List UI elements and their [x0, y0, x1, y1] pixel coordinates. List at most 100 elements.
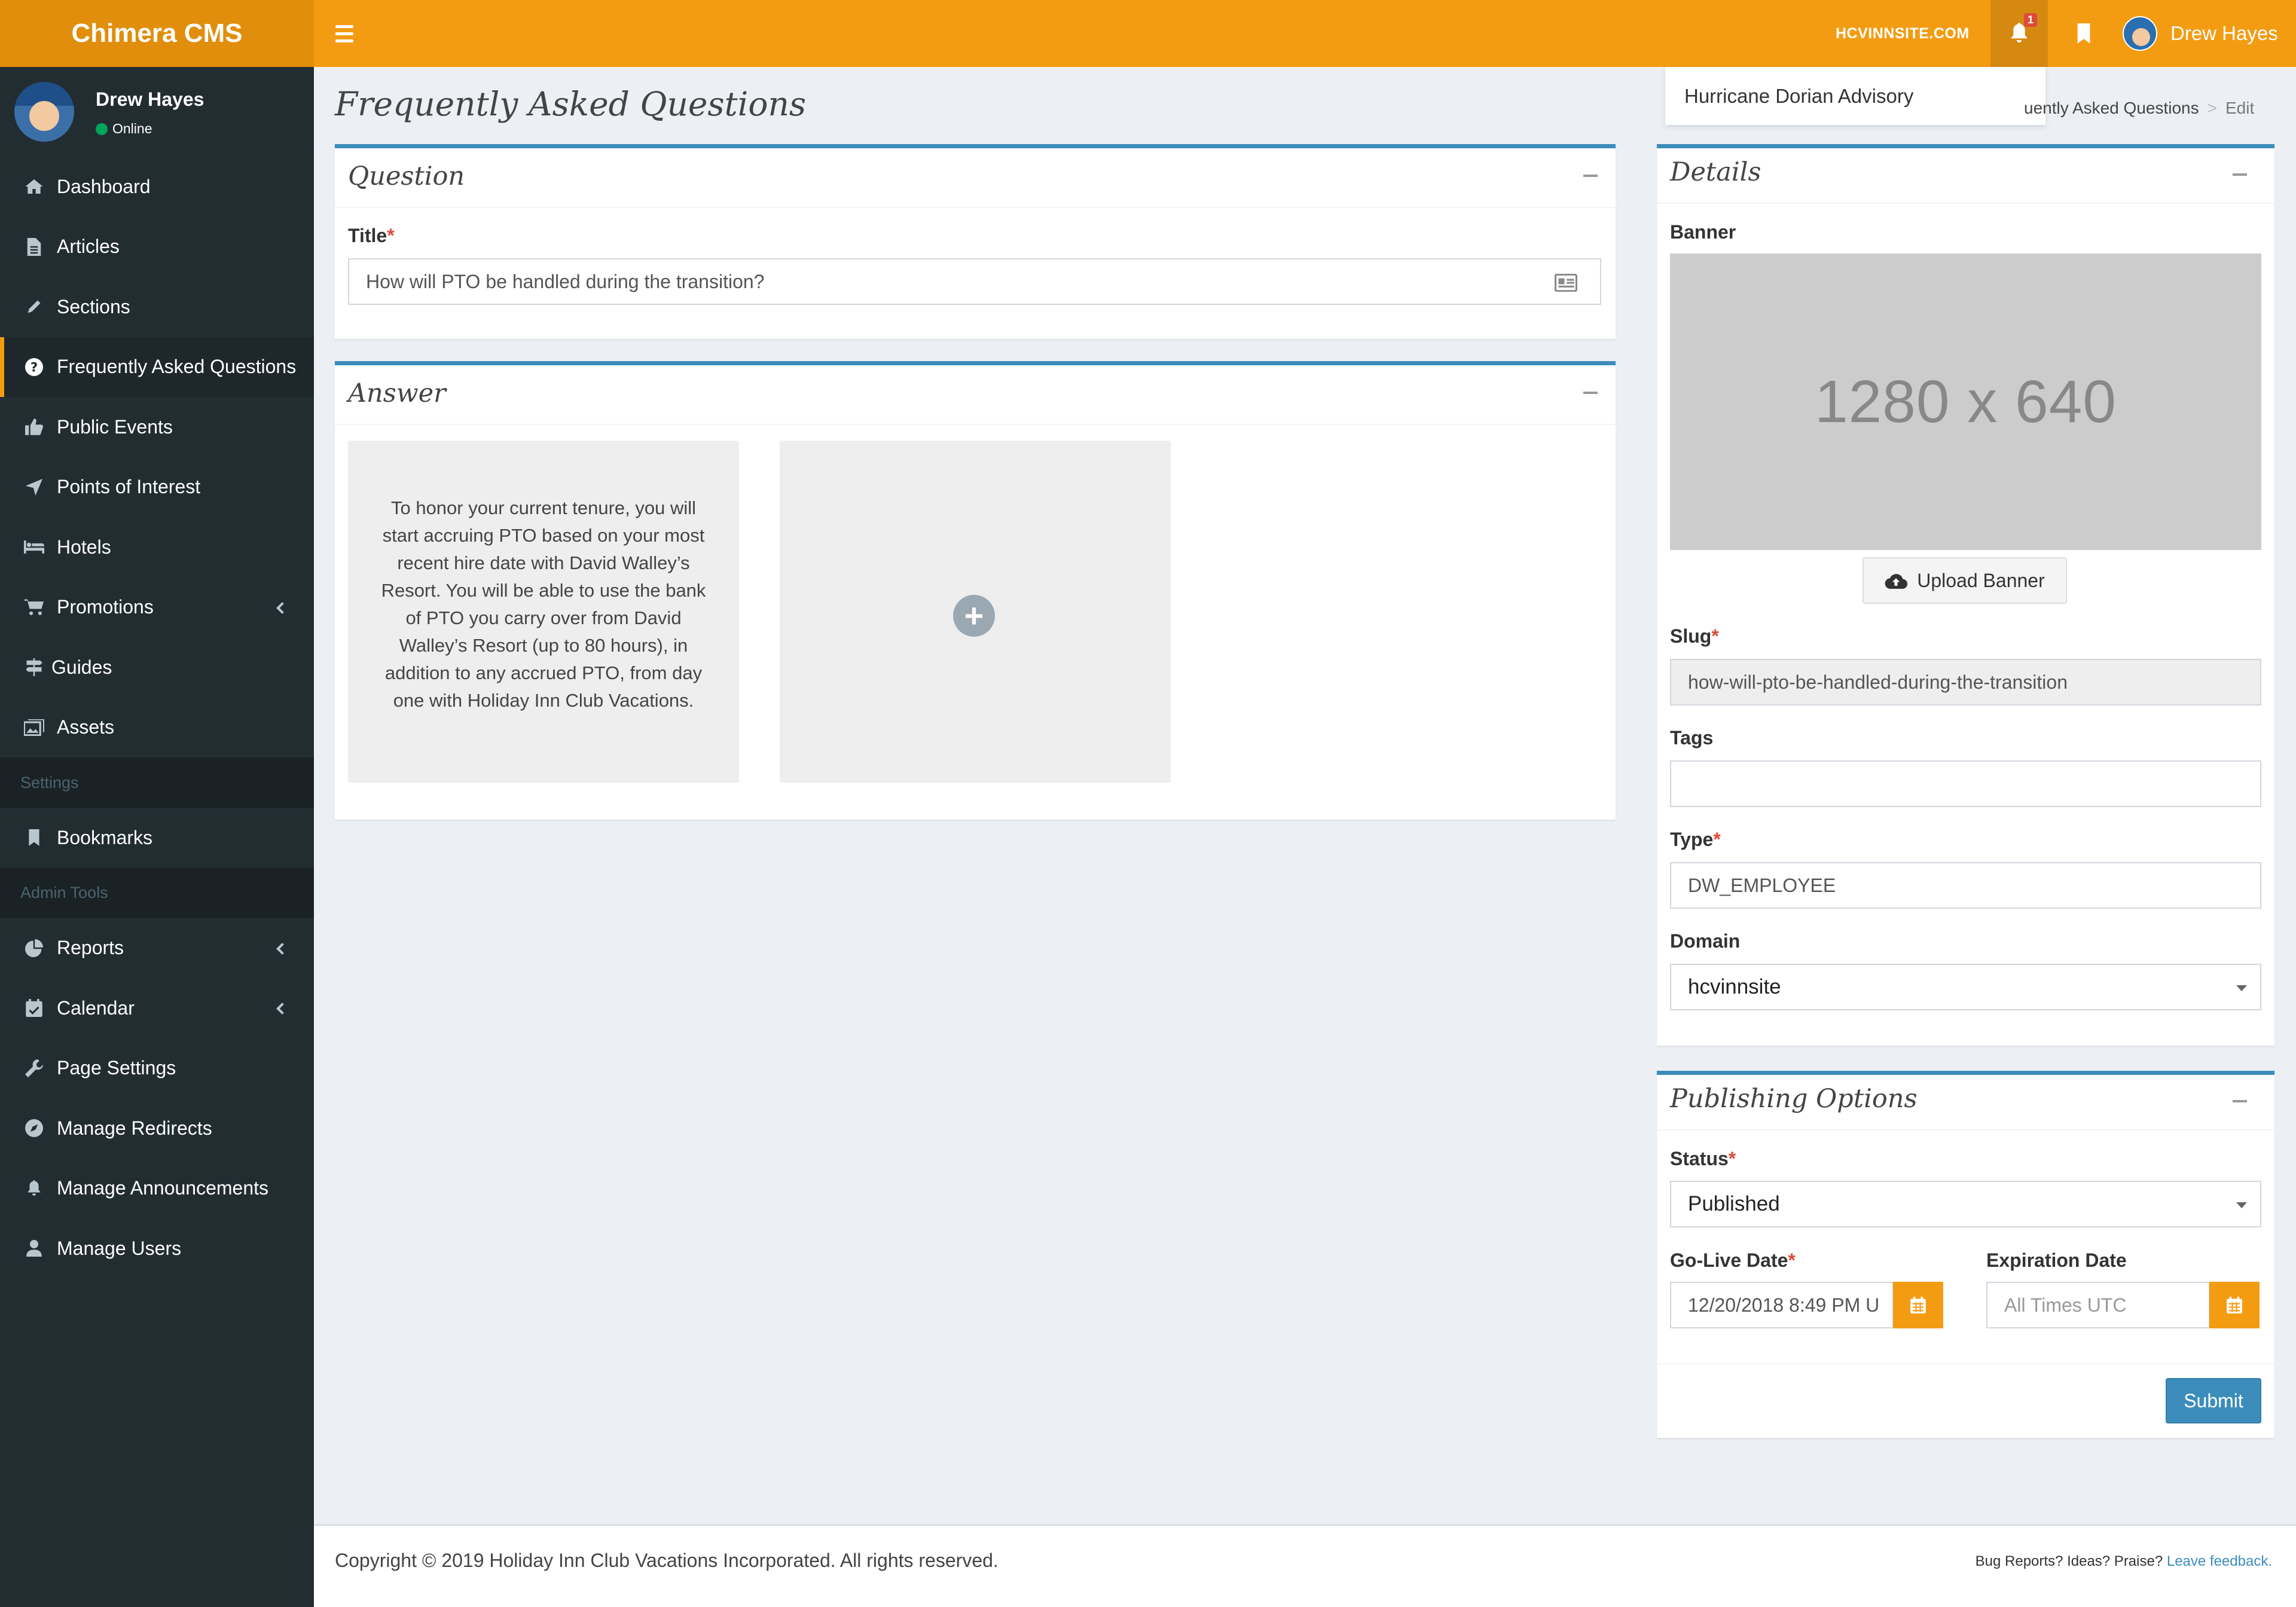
sidebar-item-guides[interactable]: Guides [0, 637, 314, 698]
notifications-button[interactable]: 1 [1990, 0, 2048, 67]
question-circle-icon: ? [24, 357, 44, 377]
calendar-icon [1910, 1297, 1926, 1313]
breadcrumb: uently Asked Questions > Edit [2024, 99, 2255, 117]
app-logo[interactable]: Chimera CMS [0, 0, 314, 67]
tags-label: Tags [1670, 727, 1714, 748]
notification-badge: 1 [2024, 13, 2038, 27]
thumbs-up-icon [24, 417, 44, 437]
top-navbar: HCVINNSITE.COM 1 Drew Hayes [314, 0, 2296, 67]
avatar [2123, 16, 2157, 51]
tags-input[interactable] [1670, 760, 2261, 807]
question-box: Question Title* How will PTO be handled … [335, 144, 1616, 339]
breadcrumb-current: Edit [2225, 99, 2255, 117]
images-icon [24, 717, 44, 738]
user-icon [24, 1238, 44, 1258]
signpost-icon [24, 657, 44, 677]
bookmark-button[interactable] [2063, 0, 2105, 67]
sidebar-item-public-events[interactable]: Public Events [0, 397, 314, 457]
sidebar-toggle-icon[interactable] [335, 20, 353, 47]
go-live-date-input[interactable]: 12/20/2018 8:49 PM U [1670, 1282, 1894, 1328]
collapse-icon[interactable] [2233, 1100, 2247, 1102]
slug-label: Slug* [1670, 625, 1719, 647]
pencil-icon [24, 297, 44, 317]
title-input[interactable]: How will PTO be handled during the trans… [348, 258, 1601, 305]
box-title: Details [1670, 157, 1761, 187]
admin-tools-header: Admin Tools [0, 867, 314, 918]
bookmark-icon [2077, 23, 2090, 44]
type-input[interactable]: DW_EMPLOYEE [1670, 862, 2261, 909]
status-select[interactable]: Published [1670, 1181, 2261, 1227]
plus-circle-icon[interactable]: + [953, 595, 995, 637]
sidebar: Drew Hayes Online Dashboard Articles Sec… [0, 67, 314, 1607]
leave-feedback-link[interactable]: Leave feedback. [2167, 1553, 2272, 1569]
user-menu[interactable]: Drew Hayes [2123, 0, 2278, 67]
bell-icon [24, 1178, 44, 1199]
online-dot-icon [96, 123, 108, 135]
status-label: Status* [1670, 1148, 1736, 1169]
slug-input[interactable]: how-will-pto-be-handled-during-the-trans… [1670, 659, 2261, 705]
banner-label: Banner [1670, 221, 1736, 243]
user-panel: Drew Hayes Online [0, 67, 314, 157]
cloud-upload-icon [1885, 574, 1908, 589]
title-label: Title* [348, 225, 395, 246]
bed-icon [24, 537, 44, 557]
file-icon [24, 237, 44, 257]
sidebar-item-hotels[interactable]: Hotels [0, 517, 314, 578]
collapse-icon[interactable] [2233, 173, 2247, 176]
sidebar-item-page-settings[interactable]: Page Settings [0, 1038, 314, 1099]
sidebar-item-reports[interactable]: Reports [0, 918, 314, 979]
upload-banner-button[interactable]: Upload Banner [1863, 557, 2067, 604]
go-live-calendar-button[interactable] [1893, 1282, 1943, 1328]
collapse-icon[interactable] [1583, 175, 1598, 177]
submit-button[interactable]: Submit [2166, 1378, 2261, 1423]
sidebar-item-dashboard[interactable]: Dashboard [0, 157, 314, 217]
copyright-text: Copyright © 2019 Holiday Inn Club Vacati… [335, 1550, 999, 1571]
footer: Copyright © 2019 Holiday Inn Club Vacati… [314, 1524, 2296, 1607]
box-title: Publishing Options [1670, 1084, 1918, 1114]
sidebar-item-bookmarks[interactable]: Bookmarks [0, 808, 314, 868]
home-icon [24, 176, 44, 197]
domain-select[interactable]: hcvinnsite [1670, 964, 2261, 1010]
sidebar-item-articles[interactable]: Articles [0, 217, 314, 277]
banner-placeholder: 1280 x 640 [1670, 253, 2261, 550]
user-status: Online [96, 121, 152, 137]
cart-icon [24, 597, 44, 618]
add-answer-card[interactable]: + [780, 441, 1171, 783]
answer-text: To honor your current tenure, you will s… [381, 497, 706, 711]
page-title: Frequently Asked Questions [335, 85, 807, 123]
location-arrow-icon [24, 477, 44, 497]
sidebar-item-manage-announcements[interactable]: Manage Announcements [0, 1159, 314, 1219]
type-label: Type* [1670, 829, 1721, 850]
wrench-icon [24, 1058, 44, 1079]
notification-dropdown-item[interactable]: Hurricane Dorian Advisory [1665, 67, 2045, 125]
chevron-left-icon [276, 601, 288, 614]
sidebar-item-calendar[interactable]: Calendar [0, 978, 314, 1038]
user-name: Drew Hayes [2170, 22, 2278, 44]
pie-chart-icon [24, 938, 44, 958]
sidebar-item-manage-redirects[interactable]: Manage Redirects [0, 1098, 314, 1159]
sidebar-item-promotions[interactable]: Promotions [0, 578, 314, 638]
answer-card[interactable]: To honor your current tenure, you will s… [348, 441, 739, 783]
sidebar-user-name: Drew Hayes [96, 88, 204, 110]
expiration-date-label: Expiration Date [1986, 1249, 2127, 1271]
chevron-down-icon [2236, 1202, 2247, 1208]
id-card-icon [1555, 274, 1577, 292]
settings-header: Settings [0, 757, 314, 808]
chevron-down-icon [2236, 985, 2247, 991]
compass-icon [24, 1118, 44, 1138]
sidebar-item-points-of-interest[interactable]: Points of Interest [0, 457, 314, 518]
feedback-text: Bug Reports? Ideas? Praise? Leave feedba… [1975, 1553, 2272, 1569]
domain-link[interactable]: HCVINNSITE.COM [1836, 0, 1970, 67]
calendar-icon [2227, 1297, 2242, 1313]
breadcrumb-section[interactable]: uently Asked Questions [2024, 99, 2199, 117]
avatar [14, 82, 74, 142]
sidebar-item-assets[interactable]: Assets [0, 698, 314, 758]
bookmark-icon [24, 827, 44, 848]
sidebar-item-manage-users[interactable]: Manage Users [0, 1218, 314, 1279]
svg-text:?: ? [30, 360, 38, 375]
sidebar-item-faq[interactable]: ? Frequently Asked Questions [0, 337, 314, 397]
sidebar-item-sections[interactable]: Sections [0, 277, 314, 337]
expiration-date-input[interactable]: All Times UTC [1986, 1282, 2210, 1328]
expiration-calendar-button[interactable] [2209, 1282, 2260, 1328]
collapse-icon[interactable] [1583, 392, 1598, 394]
